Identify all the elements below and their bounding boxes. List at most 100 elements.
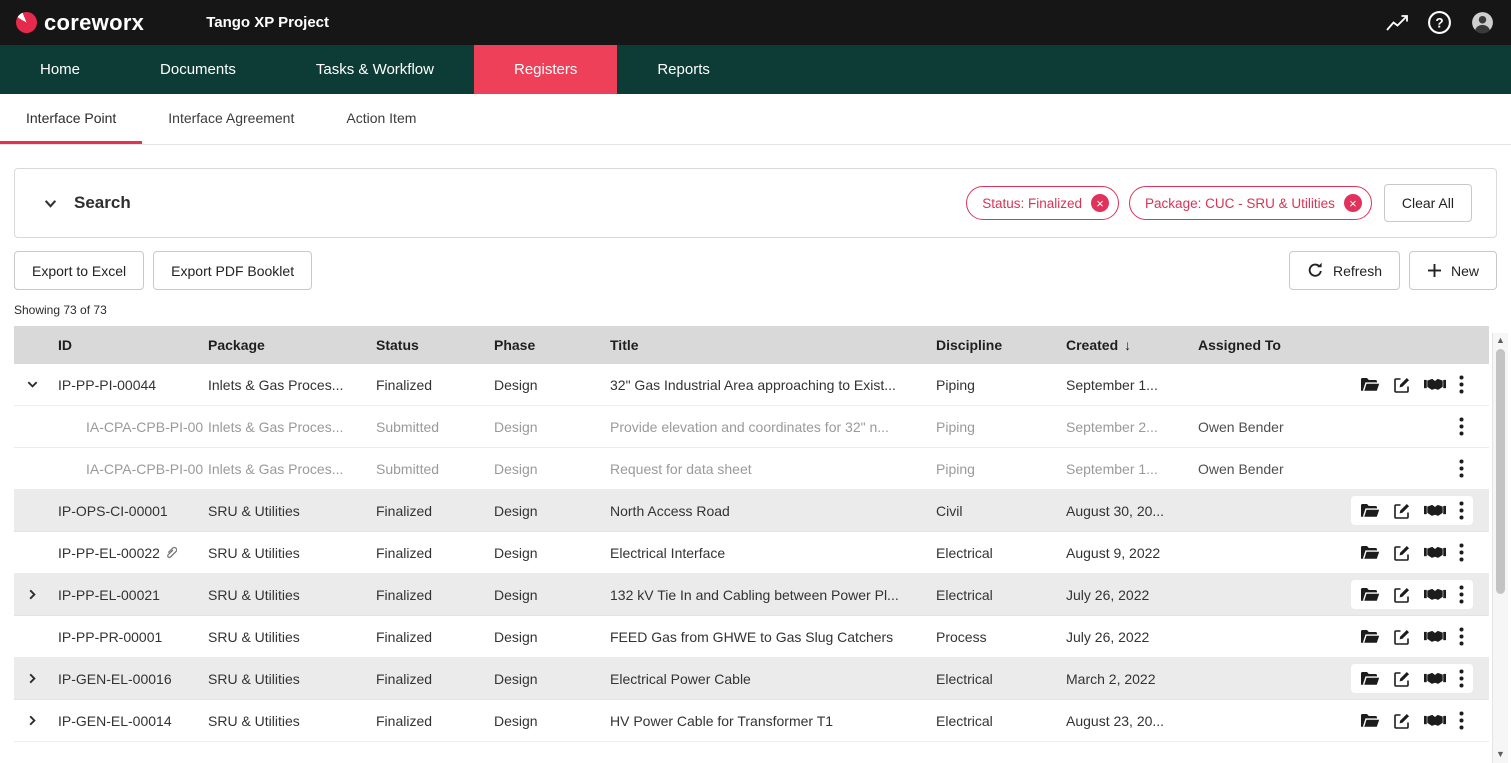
nav-item-tasks-workflow[interactable]: Tasks & Workflow bbox=[276, 45, 474, 94]
row-discipline: Electrical bbox=[936, 545, 1066, 561]
scrollbar-thumb[interactable] bbox=[1496, 349, 1505, 594]
expand-cell[interactable] bbox=[14, 588, 50, 601]
open-folder-icon[interactable] bbox=[1360, 503, 1380, 518]
expand-row-icon[interactable] bbox=[26, 588, 39, 601]
export-excel-button[interactable]: Export to Excel bbox=[14, 251, 144, 290]
create-agreement-icon[interactable] bbox=[1424, 545, 1446, 560]
row-package: SRU & Utilities bbox=[208, 629, 376, 645]
row-actions-group bbox=[1351, 664, 1473, 693]
table-row[interactable]: IP-PP-PR-00001SRU & UtilitiesFinalizedDe… bbox=[14, 616, 1489, 658]
expand-row-icon[interactable] bbox=[26, 672, 39, 685]
row-menu-icon[interactable] bbox=[1459, 501, 1464, 520]
column-header-package[interactable]: Package bbox=[208, 337, 376, 353]
row-menu-icon[interactable] bbox=[1459, 417, 1464, 436]
edit-icon[interactable] bbox=[1393, 586, 1411, 604]
row-status: Finalized bbox=[376, 587, 494, 603]
nav-item-home[interactable]: Home bbox=[0, 45, 120, 94]
edit-icon[interactable] bbox=[1393, 628, 1411, 646]
toolbar-left: Export to Excel Export PDF Booklet bbox=[14, 251, 312, 290]
nav-item-reports[interactable]: Reports bbox=[617, 45, 750, 94]
create-agreement-icon[interactable] bbox=[1424, 671, 1446, 686]
refresh-button[interactable]: Refresh bbox=[1289, 251, 1400, 290]
table-row[interactable]: IP-PP-EL-00022SRU & UtilitiesFinalizedDe… bbox=[14, 532, 1489, 574]
column-header-discipline[interactable]: Discipline bbox=[936, 337, 1066, 353]
row-menu-icon[interactable] bbox=[1459, 627, 1464, 646]
expand-cell[interactable] bbox=[14, 672, 50, 685]
table-row[interactable]: IP-OPS-CI-00001SRU & UtilitiesFinalizedD… bbox=[14, 490, 1489, 532]
column-label: Title bbox=[610, 337, 639, 353]
create-agreement-icon[interactable] bbox=[1424, 587, 1446, 602]
row-discipline: Electrical bbox=[936, 713, 1066, 729]
column-header-phase[interactable]: Phase bbox=[494, 337, 610, 353]
row-phase: Design bbox=[494, 419, 610, 435]
create-agreement-icon[interactable] bbox=[1424, 629, 1446, 644]
row-id-text: IP-PP-EL-00021 bbox=[58, 587, 160, 603]
edit-icon[interactable] bbox=[1393, 376, 1411, 394]
open-folder-icon[interactable] bbox=[1360, 377, 1380, 392]
edit-icon[interactable] bbox=[1393, 670, 1411, 688]
tab-interface-agreement[interactable]: Interface Agreement bbox=[142, 94, 320, 144]
clear-all-button[interactable]: Clear All bbox=[1384, 184, 1472, 222]
row-menu-icon[interactable] bbox=[1459, 669, 1464, 688]
project-title: Tango XP Project bbox=[206, 14, 329, 31]
create-agreement-icon[interactable] bbox=[1424, 713, 1446, 728]
create-agreement-icon[interactable] bbox=[1424, 377, 1446, 392]
row-discipline: Electrical bbox=[936, 671, 1066, 687]
brand-logo[interactable]: coreworx bbox=[16, 10, 144, 36]
scroll-up-icon[interactable]: ▲ bbox=[1493, 333, 1508, 347]
new-button[interactable]: New bbox=[1409, 251, 1497, 290]
open-folder-icon[interactable] bbox=[1360, 629, 1380, 644]
row-actions-group bbox=[1450, 412, 1473, 441]
row-menu-icon[interactable] bbox=[1459, 543, 1464, 562]
table-row[interactable]: IP-GEN-EL-00014SRU & UtilitiesFinalizedD… bbox=[14, 700, 1489, 742]
table-row[interactable]: IP-PP-EL-00021SRU & UtilitiesFinalizedDe… bbox=[14, 574, 1489, 616]
table-row[interactable]: IA-CPA-CPB-PI-00Inlets & Gas Proces...Su… bbox=[14, 448, 1489, 490]
row-id: IP-GEN-EL-00016 bbox=[50, 671, 208, 687]
analytics-icon[interactable] bbox=[1386, 14, 1409, 32]
row-discipline: Piping bbox=[936, 377, 1066, 393]
export-pdf-button[interactable]: Export PDF Booklet bbox=[153, 251, 312, 290]
row-menu-icon[interactable] bbox=[1459, 459, 1464, 478]
search-toggle[interactable]: Search bbox=[43, 193, 131, 213]
filter-chip[interactable]: Status: Finalized× bbox=[966, 186, 1119, 220]
brand-name: coreworx bbox=[44, 10, 144, 36]
edit-icon[interactable] bbox=[1393, 712, 1411, 730]
profile-icon[interactable] bbox=[1470, 10, 1495, 35]
edit-icon[interactable] bbox=[1393, 502, 1411, 520]
search-label: Search bbox=[74, 193, 131, 213]
scroll-down-icon[interactable]: ▼ bbox=[1493, 747, 1508, 761]
nav-item-registers[interactable]: Registers bbox=[474, 45, 617, 94]
tab-interface-point[interactable]: Interface Point bbox=[0, 94, 142, 144]
open-folder-icon[interactable] bbox=[1360, 713, 1380, 728]
row-actions bbox=[1344, 580, 1489, 609]
table-row[interactable]: IP-GEN-EL-00016SRU & UtilitiesFinalizedD… bbox=[14, 658, 1489, 700]
open-folder-icon[interactable] bbox=[1360, 587, 1380, 602]
column-header-assigned-to[interactable]: Assigned To bbox=[1198, 337, 1344, 353]
remove-filter-icon[interactable]: × bbox=[1344, 194, 1362, 212]
expand-cell[interactable] bbox=[14, 378, 50, 391]
row-assigned-to: Owen Bender bbox=[1198, 419, 1344, 435]
collapse-row-icon[interactable] bbox=[26, 378, 39, 391]
expand-cell[interactable] bbox=[14, 714, 50, 727]
open-folder-icon[interactable] bbox=[1360, 671, 1380, 686]
expand-row-icon[interactable] bbox=[26, 714, 39, 727]
column-header-id[interactable]: ID bbox=[50, 337, 208, 353]
create-agreement-icon[interactable] bbox=[1424, 503, 1446, 518]
remove-filter-icon[interactable]: × bbox=[1091, 194, 1109, 212]
vertical-scrollbar[interactable]: ▲ ▼ bbox=[1492, 333, 1508, 763]
tab-action-item[interactable]: Action Item bbox=[320, 94, 442, 144]
help-icon[interactable]: ? bbox=[1427, 10, 1452, 35]
nav-item-documents[interactable]: Documents bbox=[120, 45, 276, 94]
row-actions bbox=[1344, 622, 1489, 651]
table-row[interactable]: IP-PP-PI-00044Inlets & Gas Proces...Fina… bbox=[14, 364, 1489, 406]
open-folder-icon[interactable] bbox=[1360, 545, 1380, 560]
row-menu-icon[interactable] bbox=[1459, 585, 1464, 604]
filter-chip[interactable]: Package: CUC - SRU & Utilities× bbox=[1129, 186, 1372, 220]
column-header-title[interactable]: Title bbox=[610, 337, 936, 353]
table-row[interactable]: IA-CPA-CPB-PI-00Inlets & Gas Proces...Su… bbox=[14, 406, 1489, 448]
edit-icon[interactable] bbox=[1393, 544, 1411, 562]
column-header-status[interactable]: Status bbox=[376, 337, 494, 353]
column-header-created[interactable]: Created ↓ bbox=[1066, 337, 1198, 353]
row-menu-icon[interactable] bbox=[1459, 375, 1464, 394]
row-menu-icon[interactable] bbox=[1459, 711, 1464, 730]
